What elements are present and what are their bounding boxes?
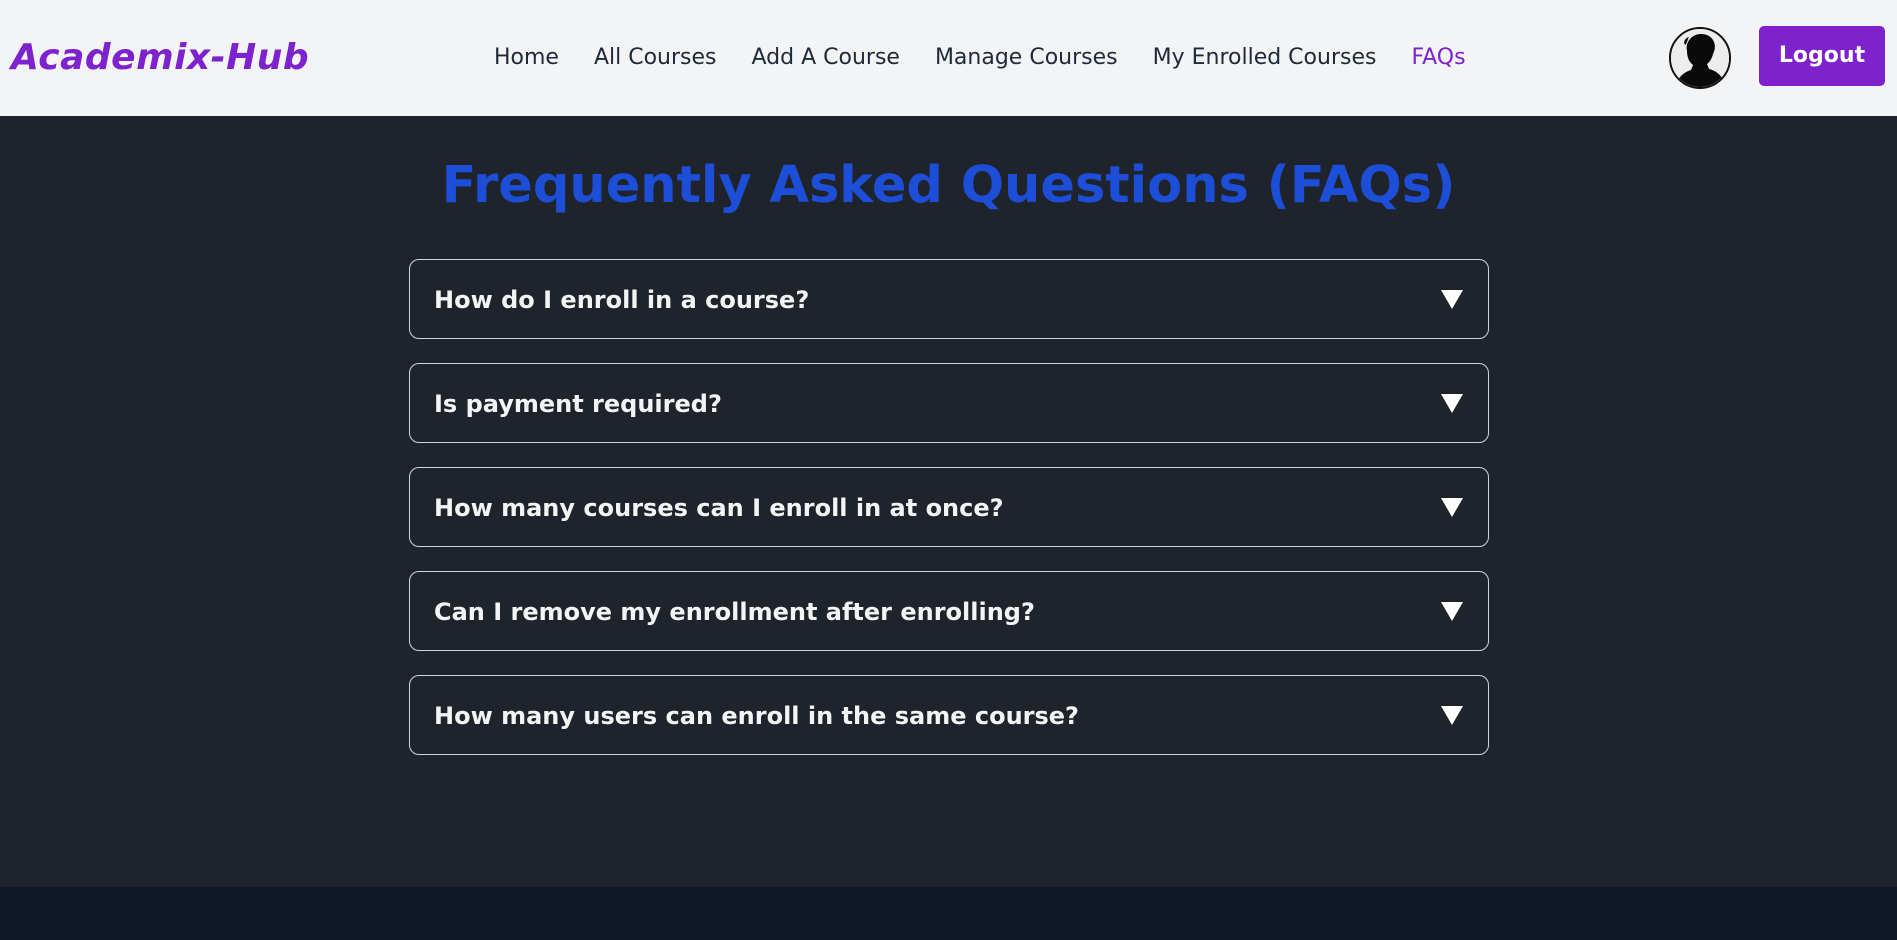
faq-item[interactable]: Is payment required? (409, 363, 1489, 443)
faq-question: Is payment required? (434, 390, 722, 418)
faq-item[interactable]: How do I enroll in a course? (409, 259, 1489, 339)
triangle-down-icon (1441, 394, 1463, 413)
faq-item[interactable]: How many users can enroll in the same co… (409, 675, 1489, 755)
faq-item[interactable]: How many courses can I enroll in at once… (409, 467, 1489, 547)
nav-link-my-enrolled-courses[interactable]: My Enrolled Courses (1153, 40, 1377, 76)
user-avatar-icon[interactable] (1669, 27, 1731, 89)
faq-question: Can I remove my enrollment after enrolli… (434, 598, 1035, 626)
nav-link-all-courses[interactable]: All Courses (594, 40, 717, 76)
navbar: Academix-Hub Home All Courses Add A Cour… (0, 0, 1897, 116)
faq-question: How do I enroll in a course? (434, 286, 810, 314)
avatar-silhouette-icon (1671, 29, 1729, 87)
nav-link-home[interactable]: Home (494, 40, 559, 76)
nav-link-add-course[interactable]: Add A Course (752, 40, 900, 76)
nav-links: Home All Courses Add A Course Manage Cou… (494, 40, 1466, 76)
triangle-down-icon (1441, 498, 1463, 517)
faq-question: How many courses can I enroll in at once… (434, 494, 1004, 522)
page-title: Frequently Asked Questions (FAQs) (441, 156, 1456, 215)
faq-question: How many users can enroll in the same co… (434, 702, 1079, 730)
faq-item[interactable]: Can I remove my enrollment after enrolli… (409, 571, 1489, 651)
footer (0, 887, 1897, 940)
triangle-down-icon (1441, 706, 1463, 725)
triangle-down-icon (1441, 290, 1463, 309)
logout-button[interactable]: Logout (1759, 26, 1885, 86)
nav-link-manage-courses[interactable]: Manage Courses (935, 40, 1118, 76)
triangle-down-icon (1441, 602, 1463, 621)
faq-section: Frequently Asked Questions (FAQs) How do… (0, 116, 1897, 887)
faq-list: How do I enroll in a course? Is payment … (409, 259, 1489, 779)
nav-link-faqs[interactable]: FAQs (1411, 40, 1465, 76)
brand-logo[interactable]: Academix-Hub (11, 36, 309, 80)
